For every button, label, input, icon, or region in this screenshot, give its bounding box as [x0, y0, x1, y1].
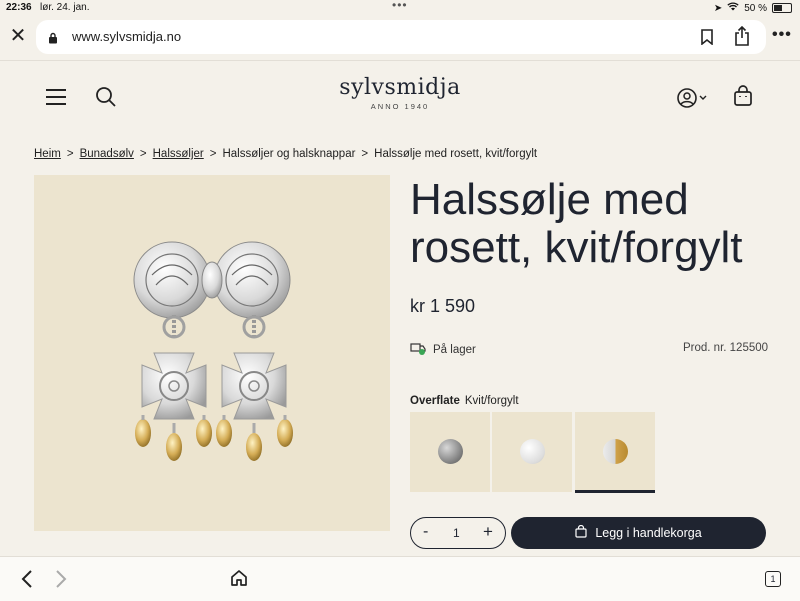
- home-icon[interactable]: [230, 569, 248, 592]
- breadcrumb-link-heim[interactable]: Heim: [34, 148, 61, 160]
- multitask-dots-icon[interactable]: •••: [392, 0, 408, 12]
- logo-name: sylvsmidja: [339, 75, 461, 100]
- product-price: kr 1 590: [410, 296, 476, 316]
- browser-bottom-bar: 1: [0, 556, 800, 601]
- add-to-cart-button[interactable]: Legg i handlekorga: [511, 517, 766, 549]
- add-to-cart-label: Legg i handlekorga: [595, 526, 702, 540]
- quantity-decrease-button[interactable]: -: [423, 523, 428, 541]
- bag-icon: [575, 524, 587, 541]
- finish-label: Overflate: [410, 395, 460, 407]
- swatch-white-ball: [520, 439, 545, 464]
- location-icon: ➤: [713, 2, 723, 14]
- shopping-bag-icon[interactable]: [733, 85, 753, 112]
- finish-selected-value: Kvit/forgylt: [464, 395, 519, 407]
- forward-arrow-icon[interactable]: [54, 569, 68, 594]
- lock-icon: [48, 31, 58, 49]
- stock-label: På lager: [433, 343, 476, 356]
- account-icon[interactable]: [676, 87, 708, 114]
- battery-icon: [772, 3, 792, 13]
- product-image[interactable]: [34, 175, 390, 531]
- site-header: sylvsmidja ANNO 1940: [0, 61, 800, 131]
- address-bar[interactable]: www.sylvsmidja.no: [36, 20, 766, 54]
- delivery-truck-icon: [410, 341, 426, 358]
- battery-percent: 50 %: [744, 2, 767, 14]
- breadcrumb-separator: >: [139, 148, 147, 160]
- quantity-stepper: - 1 +: [410, 517, 506, 549]
- swatch-oxidized-ball: [438, 439, 463, 464]
- wifi-icon: [727, 2, 739, 14]
- breadcrumb-link-halssoljer[interactable]: Halssøljer: [153, 148, 204, 160]
- stock-status: På lager: [410, 341, 476, 358]
- finish-option-label: Overflate Kvit/forgylt: [410, 395, 519, 407]
- more-options-icon[interactable]: •••: [772, 26, 792, 44]
- swatch-white-gilded-ball: [603, 439, 628, 464]
- menu-icon[interactable]: [46, 89, 66, 105]
- status-bar: 22:36 lør. 24. jan. ••• ➤ 50 %: [0, 0, 800, 16]
- product-number: Prod. nr. 125500: [683, 342, 769, 354]
- breadcrumb-separator: >: [361, 148, 369, 160]
- browser-toolbar: ✕ www.sylvsmidja.no •••: [0, 16, 800, 61]
- url-text[interactable]: www.sylvsmidja.no: [72, 29, 181, 44]
- search-icon[interactable]: [95, 86, 117, 113]
- swatch-white[interactable]: [492, 412, 572, 492]
- logo-subtitle: ANNO 1940: [370, 102, 430, 111]
- close-icon[interactable]: ✕: [8, 26, 28, 46]
- breadcrumb: Heim > Bunadsølv > Halssøljer > Halssøljer og …: [34, 148, 537, 160]
- breadcrumb-current: Halssølje med rosett, kvit/forgylt: [374, 148, 538, 160]
- bookmark-icon[interactable]: [700, 29, 714, 50]
- back-arrow-icon[interactable]: [20, 569, 34, 594]
- breadcrumb-link-bunadsolv[interactable]: Bunadsølv: [80, 148, 134, 160]
- site-logo[interactable]: sylvsmidja ANNO 1940: [330, 75, 470, 111]
- swatch-oxidized[interactable]: [410, 412, 490, 492]
- brooch-illustration: [133, 241, 293, 461]
- swatch-white-gilded[interactable]: [575, 412, 655, 493]
- status-date: lør. 24. jan.: [40, 2, 90, 13]
- quantity-value[interactable]: 1: [453, 526, 460, 540]
- status-indicators: ➤ 50 %: [714, 2, 792, 14]
- status-time: 22:36: [6, 2, 32, 13]
- breadcrumb-separator: >: [209, 148, 217, 160]
- product-title: Halssølje med rosett, kvit/forgylt: [410, 175, 743, 272]
- quantity-increase-button[interactable]: +: [483, 522, 493, 542]
- tabs-count-button[interactable]: 1: [765, 571, 781, 587]
- breadcrumb-separator: >: [66, 148, 74, 160]
- breadcrumb-item-halssoljer-og-halsknappar: Halssøljer og halsknappar: [222, 148, 356, 160]
- share-icon[interactable]: [734, 25, 750, 51]
